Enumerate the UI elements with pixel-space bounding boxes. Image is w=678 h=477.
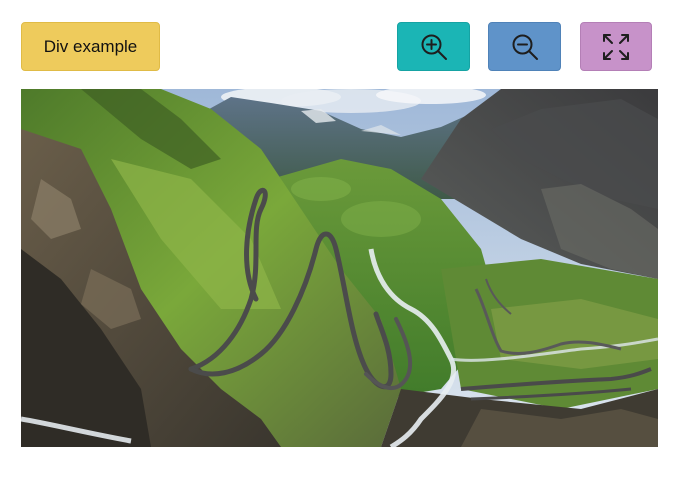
fullscreen-button[interactable] [580, 22, 652, 71]
viewer-page: Div example [0, 0, 678, 477]
div-example-button[interactable]: Div example [21, 22, 160, 71]
zoom-out-button[interactable] [488, 22, 561, 71]
zoom-in-button[interactable] [397, 22, 470, 71]
fullscreen-expand-icon [600, 31, 632, 63]
zoom-out-icon [510, 32, 540, 62]
zoom-in-icon [419, 32, 449, 62]
div-example-label: Div example [43, 36, 138, 56]
landscape-photo [21, 89, 658, 447]
